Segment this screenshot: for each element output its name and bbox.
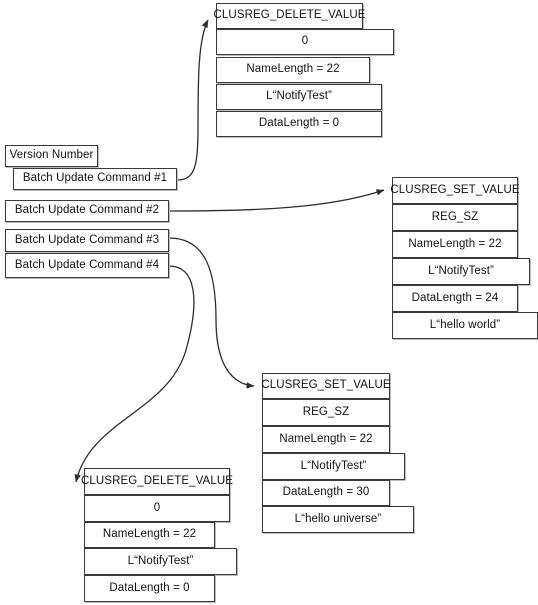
delete-value-bottom-row-4: DataLength = 0 <box>84 575 215 602</box>
set-value-middle-row-0: CLUSREG_SET_VALUE <box>261 373 391 399</box>
set-value-middle-row-4: DataLength = 30 <box>262 480 390 506</box>
delete-value-top-label: DataLength = 0 <box>258 117 340 130</box>
command-row-1: Batch Update Command #1 <box>13 168 177 190</box>
delete-value-top-row-0: CLUSREG_DELETE_VALUE <box>213 3 366 29</box>
set-value-middle-label: CLUSREG_SET_VALUE <box>261 379 391 392</box>
set-value-right-label: NameLength = 22 <box>408 237 502 250</box>
set-value-middle-label: NameLength = 22 <box>279 432 373 445</box>
arrow-cmd2-to-set-right <box>168 189 385 212</box>
set-value-middle-row-5: L“hello universe” <box>262 506 414 533</box>
delete-value-bottom-row-0: CLUSREG_DELETE_VALUE <box>81 468 233 495</box>
command-label: Batch Update Command #1 <box>22 172 168 185</box>
command-label: Batch Update Command #3 <box>14 233 160 246</box>
delete-value-bottom-label: NameLength = 22 <box>102 528 197 541</box>
command-row-3: Batch Update Command #3 <box>5 229 169 252</box>
delete-value-top-row-1: 0 <box>216 29 394 55</box>
delete-value-top-row-2: NameLength = 22 <box>216 57 370 83</box>
command-label: Batch Update Command #4 <box>14 258 160 271</box>
delete-value-top-label: NameLength = 22 <box>246 63 340 76</box>
delete-value-bottom-row-3: L“NotifyTest” <box>84 548 237 575</box>
command-label: Version Number <box>9 149 94 162</box>
set-value-middle-row-2: NameLength = 22 <box>262 426 390 453</box>
command-row-0: Version Number <box>5 145 98 167</box>
set-value-right-row-5: L“hello world” <box>392 312 538 339</box>
set-value-right-label: CLUSREG_SET_VALUE <box>390 183 520 196</box>
delete-value-bottom-label: CLUSREG_DELETE_VALUE <box>81 474 233 487</box>
arrow-cmd4-to-delete-bottom <box>74 265 195 483</box>
set-value-middle-label: L“NotifyTest” <box>300 459 367 472</box>
diagram-canvas: Version Number Batch Update Command #1 Bat… <box>0 0 538 605</box>
set-value-right-row-0: CLUSREG_SET_VALUE <box>390 177 520 204</box>
set-value-right-row-4: DataLength = 24 <box>392 285 518 312</box>
set-value-right-label: DataLength = 24 <box>411 291 499 304</box>
command-row-2: Batch Update Command #2 <box>5 200 169 222</box>
arrow-cmd3-to-set-middle <box>168 237 255 389</box>
set-value-right-label: REG_SZ <box>431 210 479 223</box>
delete-value-bottom-label: 0 <box>153 501 161 514</box>
delete-value-bottom-row-1: 0 <box>84 495 230 522</box>
command-label: Batch Update Command #2 <box>14 204 160 217</box>
set-value-right-label: L“NotifyTest” <box>428 264 494 277</box>
set-value-middle-label: L“hello universe” <box>294 512 382 525</box>
delete-value-top-label: L“NotifyTest” <box>266 90 332 103</box>
delete-value-top-label: CLUSREG_DELETE_VALUE <box>213 9 366 22</box>
set-value-right-row-1: REG_SZ <box>392 204 518 231</box>
command-row-4: Batch Update Command #4 <box>5 253 169 278</box>
arrow-cmd1-to-delete-top <box>176 19 209 181</box>
set-value-middle-row-3: L“NotifyTest” <box>262 453 405 480</box>
set-value-middle-row-1: REG_SZ <box>262 399 390 426</box>
delete-value-top-label: 0 <box>301 35 309 48</box>
delete-value-bottom-label: L“NotifyTest” <box>127 554 194 567</box>
delete-value-bottom-label: DataLength = 0 <box>109 581 190 594</box>
set-value-right-row-2: NameLength = 22 <box>392 231 518 258</box>
set-value-middle-label: REG_SZ <box>302 405 350 418</box>
delete-value-bottom-row-2: NameLength = 22 <box>84 522 215 548</box>
delete-value-top-row-4: DataLength = 0 <box>216 111 382 137</box>
set-value-right-label: L“hello world” <box>429 318 501 331</box>
set-value-right-row-3: L“NotifyTest” <box>392 258 530 285</box>
set-value-middle-label: DataLength = 30 <box>282 486 370 499</box>
delete-value-top-row-3: L“NotifyTest” <box>216 84 382 110</box>
